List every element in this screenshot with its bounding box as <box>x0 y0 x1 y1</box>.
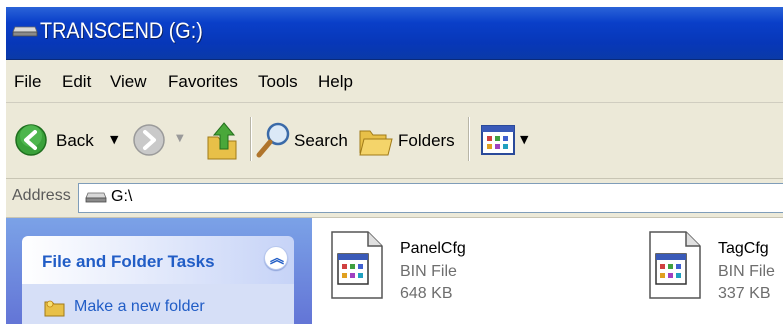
toolbar-separator <box>250 117 252 161</box>
forward-arrow-icon <box>133 124 165 156</box>
task-pane: File and Folder Tasks ︽ Make a new folde… <box>6 218 312 324</box>
views-icon <box>481 125 515 155</box>
file-size: 337 KB <box>718 285 771 302</box>
toolbar: Back ▼ ▼ Search Folders ▼ <box>6 103 783 179</box>
content-area: File and Folder Tasks ︽ Make a new folde… <box>6 218 783 324</box>
search-magnifier-icon <box>256 122 290 158</box>
menu-bar: File Edit View Favorites Tools Help <box>6 60 783 103</box>
address-bar: Address G:\ <box>6 179 783 218</box>
back-label: Back <box>56 131 94 150</box>
task-panel-header[interactable]: File and Folder Tasks ︽ <box>22 236 294 284</box>
folders-label: Folders <box>398 131 455 150</box>
file-name: PanelCfg <box>400 240 466 257</box>
forward-dropdown-icon[interactable]: ▼ <box>176 133 184 144</box>
views-button[interactable]: ▼ <box>480 123 536 159</box>
address-value: G:\ <box>111 188 133 205</box>
drive-icon <box>12 26 38 37</box>
file-item[interactable]: PanelCfg BIN File 648 KB <box>328 230 528 320</box>
menu-help[interactable]: Help <box>318 72 353 92</box>
drive-icon <box>85 192 107 203</box>
file-type: BIN File <box>400 263 457 280</box>
collapse-button[interactable]: ︽ <box>264 246 288 270</box>
back-dropdown-icon[interactable]: ▼ <box>110 133 118 146</box>
views-dropdown-icon[interactable]: ▼ <box>520 133 528 146</box>
file-name: TagCfg <box>718 240 769 257</box>
forward-button[interactable]: ▼ <box>132 123 186 159</box>
window-title: TRANSCEND (G:) <box>40 18 203 43</box>
title-bar[interactable]: TRANSCEND (G:) <box>6 7 783 60</box>
search-label: Search <box>294 131 348 150</box>
up-folder-icon <box>207 122 237 160</box>
folders-button[interactable]: Folders <box>358 121 456 161</box>
new-folder-icon <box>44 300 65 317</box>
file-item[interactable]: TagCfg BIN File 337 KB <box>646 230 783 320</box>
menu-file[interactable]: File <box>14 72 41 92</box>
search-button[interactable]: Search <box>256 121 352 161</box>
address-label: Address <box>12 187 71 204</box>
menu-favorites[interactable]: Favorites <box>168 72 238 92</box>
task-panel-body: Make a new folder <box>22 284 294 324</box>
toolbar-separator <box>468 117 470 161</box>
explorer-window: TRANSCEND (G:) File Edit View Favorites … <box>6 7 783 324</box>
back-button[interactable]: Back ▼ <box>14 123 124 159</box>
bin-file-icon <box>331 231 383 299</box>
menu-view[interactable]: View <box>110 72 147 92</box>
file-size: 648 KB <box>400 285 453 302</box>
address-input[interactable]: G:\ <box>78 183 783 213</box>
task-link-make-new-folder[interactable]: Make a new folder <box>74 298 205 316</box>
menu-edit[interactable]: Edit <box>62 72 91 92</box>
file-type: BIN File <box>718 263 775 280</box>
back-arrow-icon <box>15 124 47 156</box>
bin-file-icon <box>649 231 701 299</box>
task-panel-title: File and Folder Tasks <box>42 252 215 271</box>
up-button[interactable] <box>204 119 240 161</box>
chevron-up-icon: ︽ <box>270 251 284 267</box>
folders-icon <box>359 130 393 156</box>
menu-tools[interactable]: Tools <box>258 72 298 92</box>
